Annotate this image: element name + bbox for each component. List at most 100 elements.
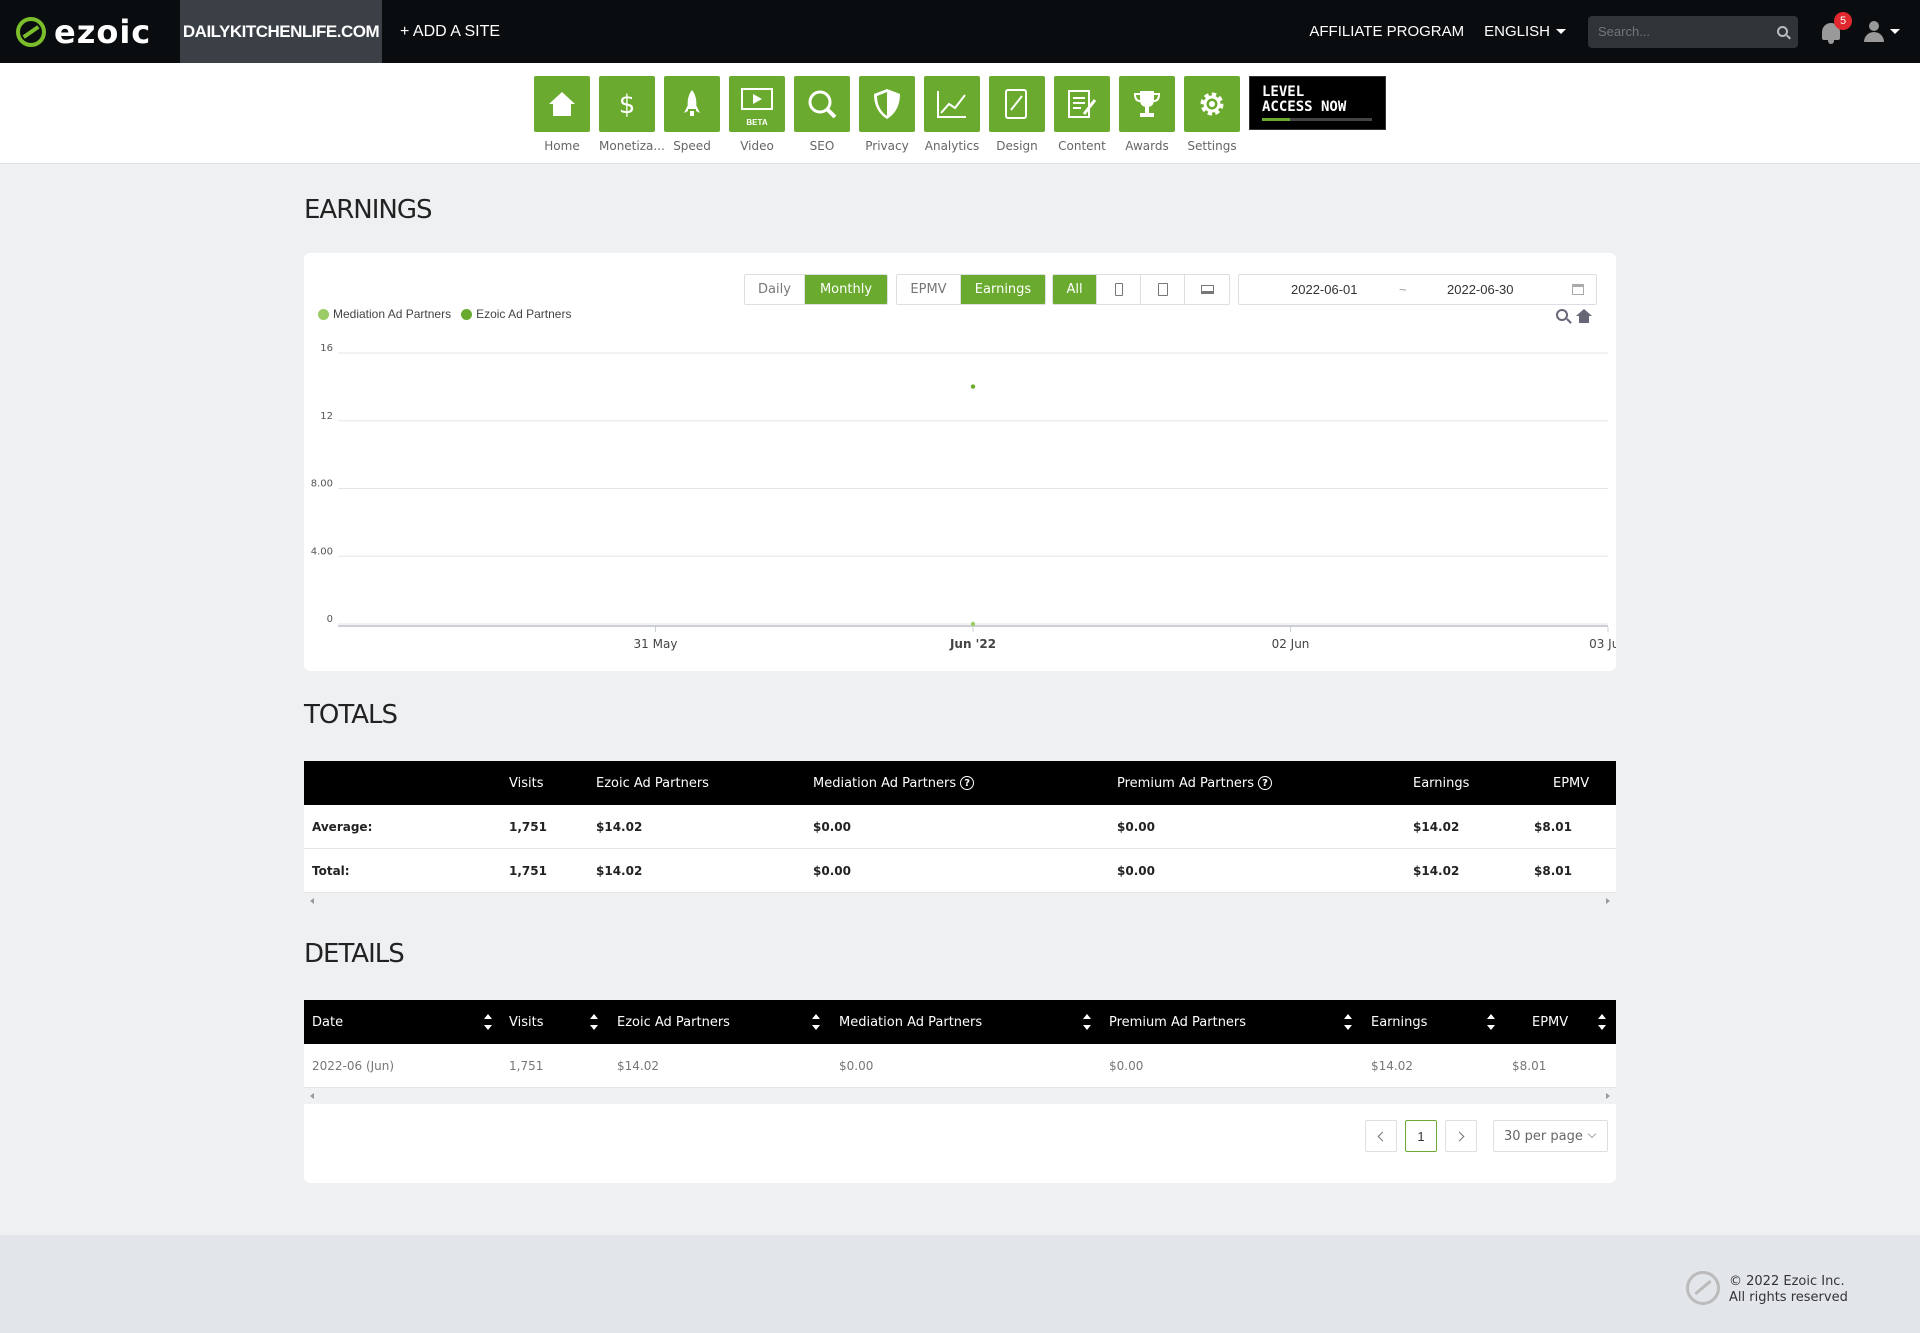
notification-badge: 5 — [1834, 11, 1852, 30]
affiliate-program-link[interactable]: AFFILIATE PROGRAM — [1309, 23, 1464, 40]
start-date: 2022-06-01 — [1291, 282, 1358, 297]
shield-icon — [859, 76, 915, 132]
gear-icon — [1184, 76, 1240, 132]
earnings-button[interactable]: Earnings — [961, 275, 1045, 304]
app-monetization[interactable]: $ Monetiza... — [599, 76, 665, 153]
daily-button[interactable]: Daily — [745, 275, 805, 304]
sort-icon[interactable] — [1344, 1014, 1352, 1030]
app-design[interactable]: Design — [989, 76, 1045, 153]
calendar-icon — [1572, 284, 1584, 295]
app-speed[interactable]: Speed — [664, 76, 720, 153]
document-edit-icon — [1054, 76, 1110, 132]
col-mediation: Mediation Ad Partners ? — [813, 761, 975, 805]
device-pencil-icon — [989, 76, 1045, 132]
sort-ezoic[interactable]: Ezoic Ad Partners — [617, 1000, 730, 1044]
app-seo[interactable]: SEO — [794, 76, 850, 153]
notifications-button[interactable]: 5 — [1820, 11, 1852, 44]
col-epmv: EPMV — [1553, 775, 1590, 791]
legend-item-ezoic[interactable]: Ezoic Ad Partners — [461, 307, 571, 321]
mobile-device-button[interactable] — [1097, 275, 1141, 304]
sort-icon[interactable] — [1598, 1014, 1606, 1030]
table-row: Average: 1,751 $14.02 $0.00 $0.00 $14.02… — [304, 805, 1616, 849]
beta-badge: BETA — [746, 118, 768, 127]
totals-header: Visits Ezoic Ad Partners Mediation Ad Pa… — [304, 761, 1616, 805]
copyright-text: © 2022 Ezoic Inc. — [1729, 1274, 1845, 1289]
prev-page-button[interactable] — [1365, 1120, 1397, 1152]
caret-down-icon — [1556, 29, 1566, 34]
zoom-icon[interactable] — [1556, 309, 1568, 321]
user-menu[interactable] — [1864, 21, 1900, 42]
sort-earnings[interactable]: Earnings — [1371, 1000, 1427, 1044]
date-range-picker[interactable]: 2022-06-01 ~ 2022-06-30 — [1238, 274, 1597, 305]
horizontal-scrollbar[interactable] — [304, 1088, 1616, 1104]
y-tick-label: 8.00 — [311, 479, 333, 490]
end-date: 2022-06-30 — [1447, 282, 1514, 297]
caret-down-icon — [1890, 29, 1900, 34]
app-content[interactable]: Content — [1054, 76, 1110, 153]
reset-zoom-home-icon[interactable] — [1576, 309, 1592, 323]
rights-text: All rights reserved — [1729, 1290, 1848, 1305]
search-icon[interactable] — [1777, 26, 1788, 37]
level-access-promo[interactable]: LEVEL ACCESS NOW — [1249, 76, 1386, 130]
app-analytics[interactable]: Analytics — [924, 76, 980, 153]
earnings-chart: 0 4.00 8.00 12 16 31 May Jun '22 02 Jun 03 Jun — [311, 343, 1616, 651]
period-toggle: Daily Monthly — [744, 274, 888, 305]
chevron-left-icon — [1377, 1131, 1388, 1141]
sort-epmv[interactable]: EPMV — [1532, 1000, 1568, 1044]
horizontal-scrollbar[interactable] — [304, 893, 1616, 909]
video-icon: BETA — [729, 76, 785, 132]
x-tick-label: Jun '22 — [949, 637, 996, 651]
earnings-chart-card: Daily Monthly EPMV Earnings All 2022-06-… — [304, 253, 1616, 671]
all-devices-button[interactable]: All — [1053, 275, 1097, 304]
table-row: 2022-06 (Jun) 1,751 $14.02 $0.00 $0.00 $… — [304, 1044, 1616, 1088]
ezoic-logo-icon — [16, 16, 46, 47]
per-page-select[interactable]: 30 per page — [1493, 1120, 1608, 1152]
search-input[interactable] — [1598, 24, 1777, 39]
sort-date[interactable]: Date — [312, 1000, 343, 1044]
sort-icon[interactable] — [1487, 1014, 1495, 1030]
y-tick-label: 0 — [327, 614, 333, 625]
details-card: Date Visits Ezoic Ad Partners Mediation … — [304, 1000, 1616, 1183]
desktop-device-button[interactable] — [1185, 275, 1229, 304]
col-visits: Visits — [509, 775, 544, 791]
help-icon[interactable]: ? — [1258, 776, 1273, 790]
tablet-device-button[interactable] — [1141, 275, 1185, 304]
app-settings[interactable]: Settings — [1184, 76, 1240, 153]
help-icon[interactable]: ? — [960, 776, 975, 790]
epmv-button[interactable]: EPMV — [897, 275, 961, 304]
add-site-link[interactable]: + ADD A SITE — [400, 23, 500, 41]
sort-icon[interactable] — [1083, 1014, 1091, 1030]
legend-item-mediation[interactable]: Mediation Ad Partners — [318, 307, 451, 321]
app-toolbar: Home $ Monetiza... Speed BETA Video SEO … — [0, 63, 1920, 164]
ezoic-footer-logo-icon — [1686, 1271, 1720, 1305]
x-tick-label: 31 May — [634, 637, 678, 651]
device-toggle: All — [1052, 274, 1230, 305]
app-awards[interactable]: Awards — [1119, 76, 1175, 153]
next-page-button[interactable] — [1445, 1120, 1477, 1152]
app-privacy[interactable]: Privacy — [859, 76, 915, 153]
col-premium: Premium Ad Partners ? — [1117, 761, 1273, 805]
site-selector[interactable]: DAILYKITCHENLIFE.COM — [180, 0, 382, 63]
sort-mediation[interactable]: Mediation Ad Partners — [839, 1000, 982, 1044]
monthly-button[interactable]: Monthly — [805, 275, 887, 304]
language-dropdown[interactable]: ENGLISH — [1484, 23, 1566, 40]
tablet-icon — [1157, 283, 1168, 296]
totals-title: TOTALS — [304, 700, 398, 730]
sort-icon[interactable] — [812, 1014, 820, 1030]
sort-icon[interactable] — [590, 1014, 598, 1030]
totals-table: Visits Ezoic Ad Partners Mediation Ad Pa… — [304, 761, 1616, 909]
x-tick-label: 02 Jun — [1272, 637, 1310, 651]
sort-icon[interactable] — [484, 1014, 492, 1030]
dollar-icon: $ — [599, 76, 655, 132]
page-1-button[interactable]: 1 — [1405, 1120, 1437, 1152]
y-tick-label: 16 — [320, 343, 333, 354]
ezoic-logo[interactable]: ezoic — [0, 0, 180, 63]
app-home[interactable]: Home — [534, 76, 590, 153]
app-video[interactable]: BETA Video — [729, 76, 785, 153]
sort-visits[interactable]: Visits — [509, 1000, 543, 1044]
trophy-icon — [1119, 76, 1175, 132]
sort-premium[interactable]: Premium Ad Partners — [1109, 1000, 1246, 1044]
col-earnings: Earnings — [1413, 775, 1470, 791]
details-header: Date Visits Ezoic Ad Partners Mediation … — [304, 1000, 1616, 1044]
y-tick-label: 12 — [320, 411, 333, 422]
